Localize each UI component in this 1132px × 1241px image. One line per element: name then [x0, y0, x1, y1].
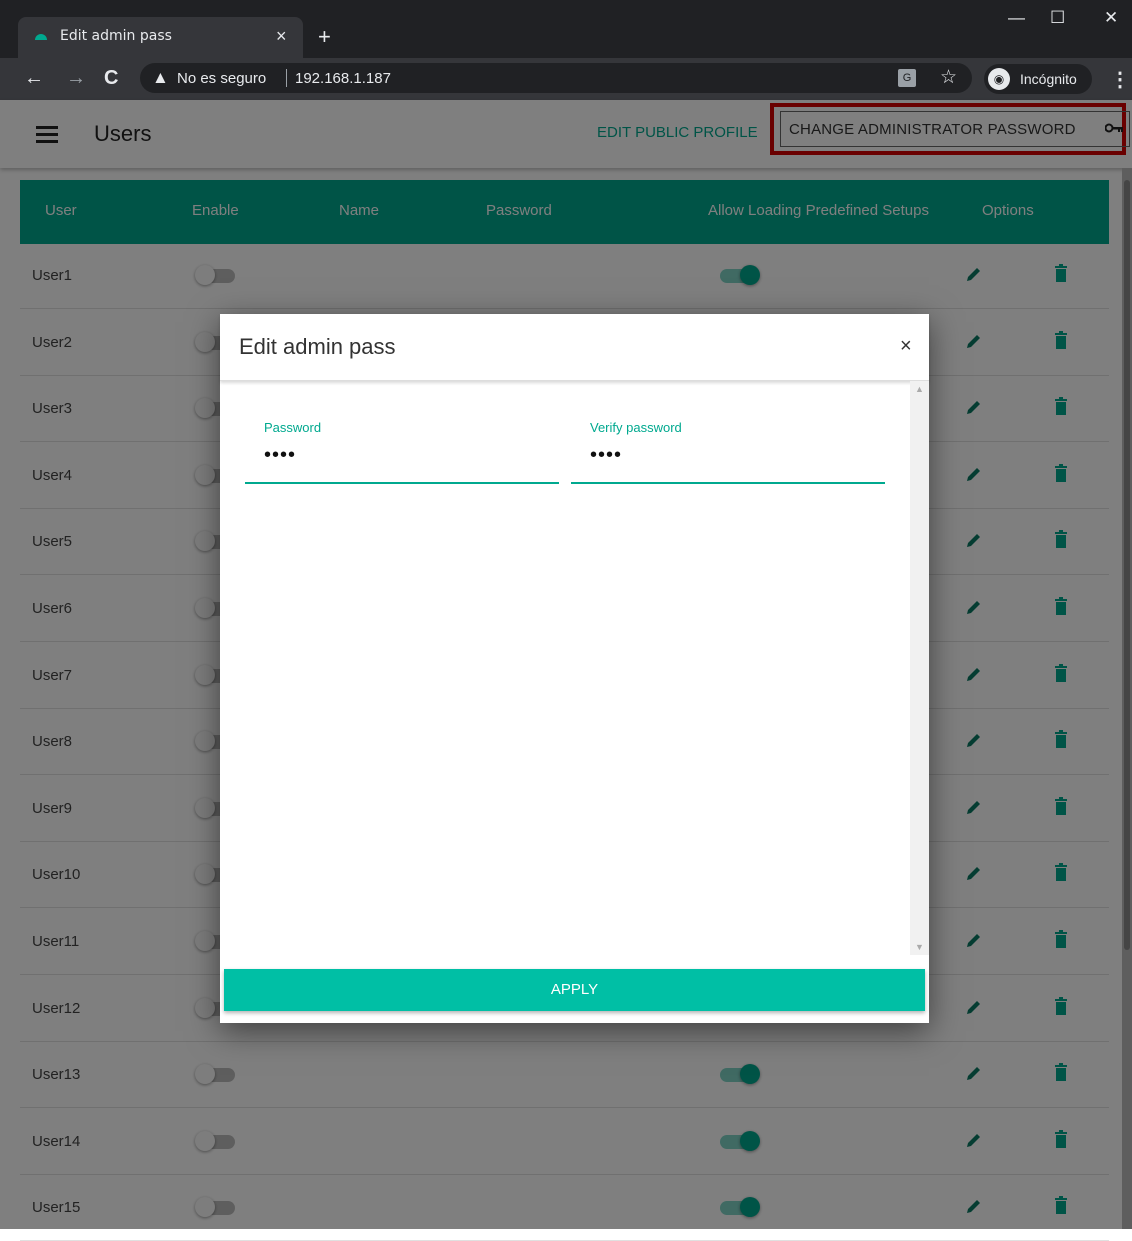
close-icon[interactable]: ×: [900, 335, 912, 358]
forward-icon[interactable]: →: [66, 67, 86, 90]
password-field[interactable]: Password ••••: [245, 418, 559, 484]
browser-toolbar: ← → C ▲ No es seguro 192.168.1.187 G ☆ ◉…: [0, 58, 1132, 100]
incognito-label: Incógnito: [1020, 71, 1077, 87]
browser-tab-bar: Edit admin pass × + — ☐ ✕: [0, 0, 1132, 58]
divider: [286, 69, 287, 87]
dialog-title: Edit admin pass: [239, 334, 396, 359]
password-label: Password: [264, 420, 322, 435]
dialog-scrollbar[interactable]: ▲ ▼: [910, 381, 929, 955]
verify-password-field[interactable]: Verify password ••••: [571, 418, 885, 484]
security-status[interactable]: No es seguro: [177, 70, 266, 87]
edit-admin-pass-dialog: Edit admin pass × ▲ ▼ Password •••• Veri…: [220, 314, 929, 1023]
password-underline: [245, 482, 559, 484]
site-favicon-icon: [35, 34, 47, 40]
password-input[interactable]: ••••: [264, 444, 296, 467]
scroll-up-icon[interactable]: ▲: [915, 384, 924, 394]
scroll-down-icon[interactable]: ▼: [915, 942, 924, 952]
reload-icon[interactable]: C: [104, 67, 118, 90]
tab-title: Edit admin pass: [60, 28, 172, 44]
browser-menu-icon[interactable]: ⋮: [1110, 67, 1130, 92]
tab-close-icon[interactable]: ×: [276, 26, 287, 47]
url-text[interactable]: 192.168.1.187: [295, 70, 391, 87]
translate-icon[interactable]: G: [898, 69, 916, 87]
new-tab-button[interactable]: +: [318, 24, 331, 50]
address-bar[interactable]: ▲ No es seguro 192.168.1.187 G ☆: [140, 63, 972, 93]
incognito-icon: ◉: [988, 68, 1010, 90]
warning-icon: ▲: [152, 68, 169, 87]
dialog-header: Edit admin pass ×: [220, 314, 929, 381]
verify-password-input[interactable]: ••••: [590, 444, 622, 467]
browser-tab[interactable]: Edit admin pass ×: [18, 17, 303, 58]
verify-password-label: Verify password: [590, 420, 682, 435]
window-close-button[interactable]: ✕: [1104, 8, 1118, 28]
back-icon[interactable]: ←: [24, 67, 44, 90]
minimize-button[interactable]: —: [1008, 8, 1025, 28]
apply-button[interactable]: APPLY: [224, 969, 925, 1011]
maximize-button[interactable]: ☐: [1050, 8, 1065, 28]
incognito-badge[interactable]: ◉ Incógnito: [984, 64, 1092, 94]
bookmark-star-icon[interactable]: ☆: [940, 66, 957, 89]
verify-password-underline: [571, 482, 885, 484]
